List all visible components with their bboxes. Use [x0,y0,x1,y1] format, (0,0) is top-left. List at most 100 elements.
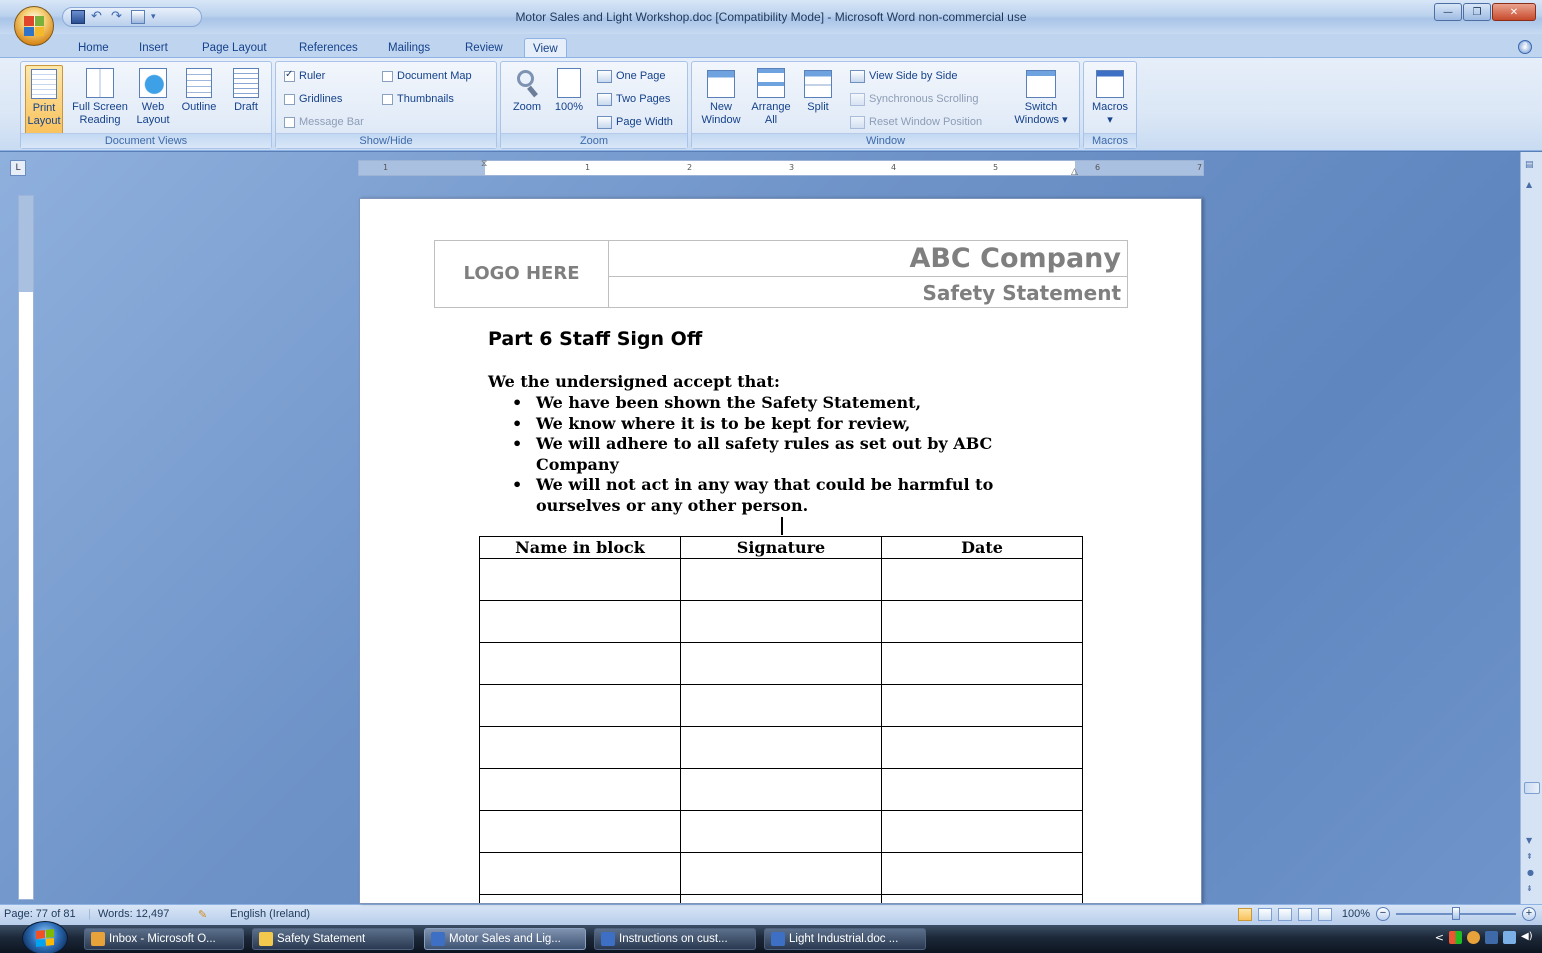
zoom-100-button[interactable]: 100% [551,65,587,114]
taskbar-item-light-industrial[interactable]: Light Industrial.doc ... [764,928,926,950]
page-width-button[interactable]: Page Width [597,114,673,130]
office-button[interactable] [14,6,54,46]
macros-button[interactable]: Macros ▾ [1090,65,1130,127]
zoom-slider[interactable] [1396,907,1516,920]
zoom-slider-knob[interactable] [1452,907,1460,920]
table-cell[interactable] [680,852,882,895]
display-icon[interactable] [1503,931,1516,944]
gridlines-checkbox[interactable]: Gridlines [284,91,342,107]
sign-off-table[interactable]: Name in block Signature Date [479,536,1083,903]
document-page[interactable]: LOGO HERE ABC Company Safety Statement P… [359,198,1202,904]
reset-window-position-button[interactable]: Reset Window Position [850,114,982,130]
zoom-in-icon[interactable]: + [1522,907,1536,921]
ruler-checkbox[interactable]: Ruler [284,68,325,84]
table-cell[interactable] [881,558,1083,601]
volume-icon[interactable]: ◀) [1521,931,1534,944]
table-cell[interactable] [881,642,1083,685]
tab-selector-icon[interactable]: L [10,160,26,176]
table-cell[interactable] [680,810,882,853]
outline-view-icon[interactable] [1297,907,1312,921]
maximize-button[interactable]: ❐ [1463,3,1491,21]
next-page-icon[interactable]: ⇟ [1526,884,1533,893]
tab-mailings[interactable]: Mailings [380,38,438,58]
tab-insert[interactable]: Insert [131,38,176,58]
draft-button[interactable]: Draft [227,65,265,114]
table-cell[interactable] [680,558,882,601]
taskbar-item-outlook[interactable]: Inbox - Microsoft O... [84,928,244,950]
table-cell[interactable] [680,684,882,727]
switch-windows-button[interactable]: Switch Windows ▾ [1010,65,1072,127]
previous-page-icon[interactable]: ⇞ [1526,852,1533,861]
taskbar-item-motor-sales[interactable]: Motor Sales and Lig... [424,928,586,950]
language[interactable]: English (Ireland) [230,908,310,920]
horizontal-ruler[interactable]: 1 1 2 3 4 5 6 7 ⧖ △ [358,159,1204,177]
indent-marker-icon[interactable]: ⧖ [481,159,487,169]
help-icon[interactable]: ? [1518,40,1532,54]
scroll-up-icon[interactable]: ▲ [1526,180,1532,189]
table-cell[interactable] [680,600,882,643]
table-cell[interactable] [881,600,1083,643]
table-cell[interactable] [680,642,882,685]
scroll-thumb[interactable] [1524,782,1540,794]
table-cell[interactable] [479,600,681,643]
vertical-ruler[interactable] [18,195,34,900]
table-cell[interactable] [881,894,1083,903]
outline-button[interactable]: Outline [177,65,221,114]
web-layout-button[interactable]: Web Layout [133,65,173,127]
table-cell[interactable] [479,726,681,769]
one-page-button[interactable]: One Page [597,68,666,84]
zoom-level[interactable]: 100% [1342,908,1370,920]
start-button[interactable] [22,921,68,953]
table-cell[interactable] [881,810,1083,853]
table-cell[interactable] [881,684,1083,727]
table-cell[interactable] [881,726,1083,769]
split-button[interactable]: Split [798,65,838,114]
document-map-checkbox[interactable]: Document Map [382,68,472,84]
table-cell[interactable] [479,642,681,685]
color-tray-icon[interactable] [1449,931,1462,944]
tab-references[interactable]: References [291,38,366,58]
table-cell[interactable] [479,894,681,903]
new-window-button[interactable]: New Window [696,65,746,127]
network-icon[interactable] [1485,931,1498,944]
tab-page-layout[interactable]: Page Layout [194,38,275,58]
table-cell[interactable] [479,768,681,811]
message-bar-checkbox[interactable]: Message Bar [284,114,364,130]
thumbnails-checkbox[interactable]: Thumbnails [382,91,454,107]
taskbar-item-instructions[interactable]: Instructions on cust... [594,928,756,950]
taskbar-item-safety-statement[interactable]: Safety Statement [252,928,414,950]
right-indent-marker-icon[interactable]: △ [1071,167,1078,177]
ruler-toggle-icon[interactable]: ▤ [1525,160,1534,170]
full-screen-reading-button[interactable]: Full Screen Reading [69,65,131,127]
proofing-icon[interactable]: ✎ [198,908,207,921]
tab-home[interactable]: Home [70,38,117,58]
web-layout-view-icon[interactable] [1277,907,1292,921]
arrange-all-button[interactable]: Arrange All [748,65,794,127]
table-cell[interactable] [479,684,681,727]
view-side-by-side-button[interactable]: View Side by Side [850,68,957,84]
print-layout-button[interactable]: Print Layout [25,65,63,135]
table-cell[interactable] [680,726,882,769]
print-layout-view-icon[interactable] [1237,907,1252,921]
table-cell[interactable] [680,894,882,903]
synchronous-scrolling-button[interactable]: Synchronous Scrolling [850,91,978,107]
word-count[interactable]: Words: 12,497 [98,908,169,920]
zoom-button[interactable]: Zoom [507,65,547,114]
zoom-out-icon[interactable]: − [1376,907,1390,921]
tab-review[interactable]: Review [457,38,511,58]
page-count[interactable]: Page: 77 of 81 [4,908,76,920]
table-cell[interactable] [881,768,1083,811]
minimize-button[interactable]: — [1434,3,1462,21]
draft-view-icon[interactable] [1317,907,1332,921]
two-pages-button[interactable]: Two Pages [597,91,670,107]
table-cell[interactable] [479,810,681,853]
full-screen-view-icon[interactable] [1257,907,1272,921]
table-cell[interactable] [479,558,681,601]
table-cell[interactable] [881,852,1083,895]
vertical-scrollbar[interactable]: ▤ ▲ ▼ ⇞ ● ⇟ [1520,152,1542,904]
table-cell[interactable] [479,852,681,895]
table-cell[interactable] [680,768,882,811]
select-browse-object-icon[interactable]: ● [1527,868,1534,877]
scroll-down-icon[interactable]: ▼ [1526,836,1532,845]
show-hidden-icons-button[interactable]: < [1435,931,1444,944]
